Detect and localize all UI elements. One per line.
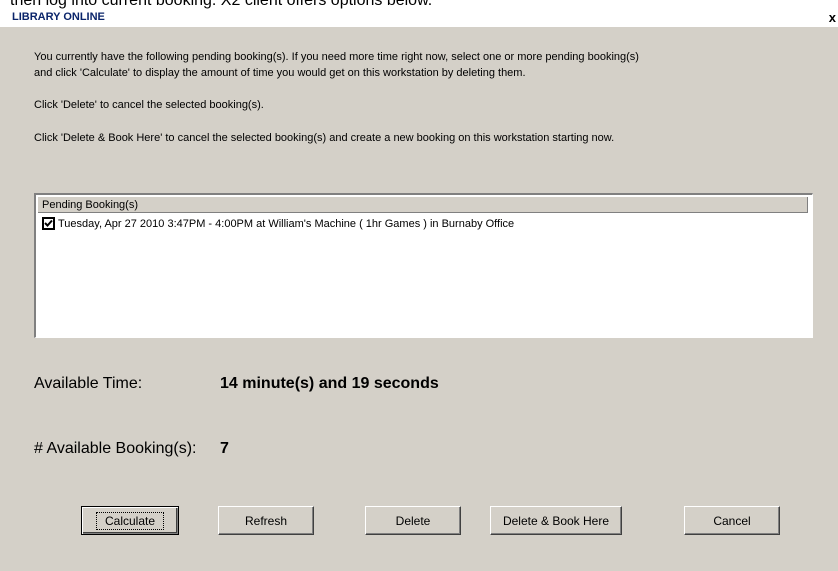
- library-online-dialog: LIBRARY ONLINE x You currently have the …: [0, 9, 838, 571]
- instruction-line-1: You currently have the following pending…: [34, 51, 639, 63]
- booking-checkbox[interactable]: [42, 217, 55, 230]
- dialog-body: You currently have the following pending…: [10, 27, 838, 571]
- window-title: LIBRARY ONLINE: [12, 11, 105, 23]
- instruction-line-2: and click 'Calculate' to display the amo…: [34, 67, 526, 79]
- title-bar: LIBRARY ONLINE x: [0, 9, 838, 27]
- cancel-button[interactable]: Cancel: [684, 506, 780, 535]
- available-bookings-label: # Available Booking(s):: [34, 440, 197, 457]
- checkmark-icon: [44, 219, 53, 227]
- booking-row[interactable]: Tuesday, Apr 27 2010 3:47PM - 4:00PM at …: [42, 217, 514, 230]
- available-time-label: Available Time:: [34, 375, 143, 392]
- available-time-value: 14 minute(s) and 19 seconds: [220, 375, 439, 392]
- pending-bookings-list[interactable]: Pending Booking(s) Tuesday, Apr 27 2010 …: [34, 193, 813, 338]
- calculate-button-label: Calculate: [95, 511, 165, 530]
- instruction-line-3: Click 'Delete' to cancel the selected bo…: [34, 99, 264, 111]
- available-bookings-value: 7: [220, 440, 229, 457]
- instruction-line-4: Click 'Delete & Book Here' to cancel the…: [34, 132, 615, 144]
- booking-text: Tuesday, Apr 27 2010 3:47PM - 4:00PM at …: [58, 217, 515, 230]
- close-icon[interactable]: x: [829, 10, 836, 25]
- refresh-button[interactable]: Refresh: [218, 506, 314, 535]
- delete-button[interactable]: Delete: [365, 506, 461, 535]
- calculate-button[interactable]: Calculate: [81, 506, 179, 535]
- pending-bookings-header[interactable]: Pending Booking(s): [38, 197, 808, 213]
- delete-book-here-button[interactable]: Delete & Book Here: [490, 506, 622, 535]
